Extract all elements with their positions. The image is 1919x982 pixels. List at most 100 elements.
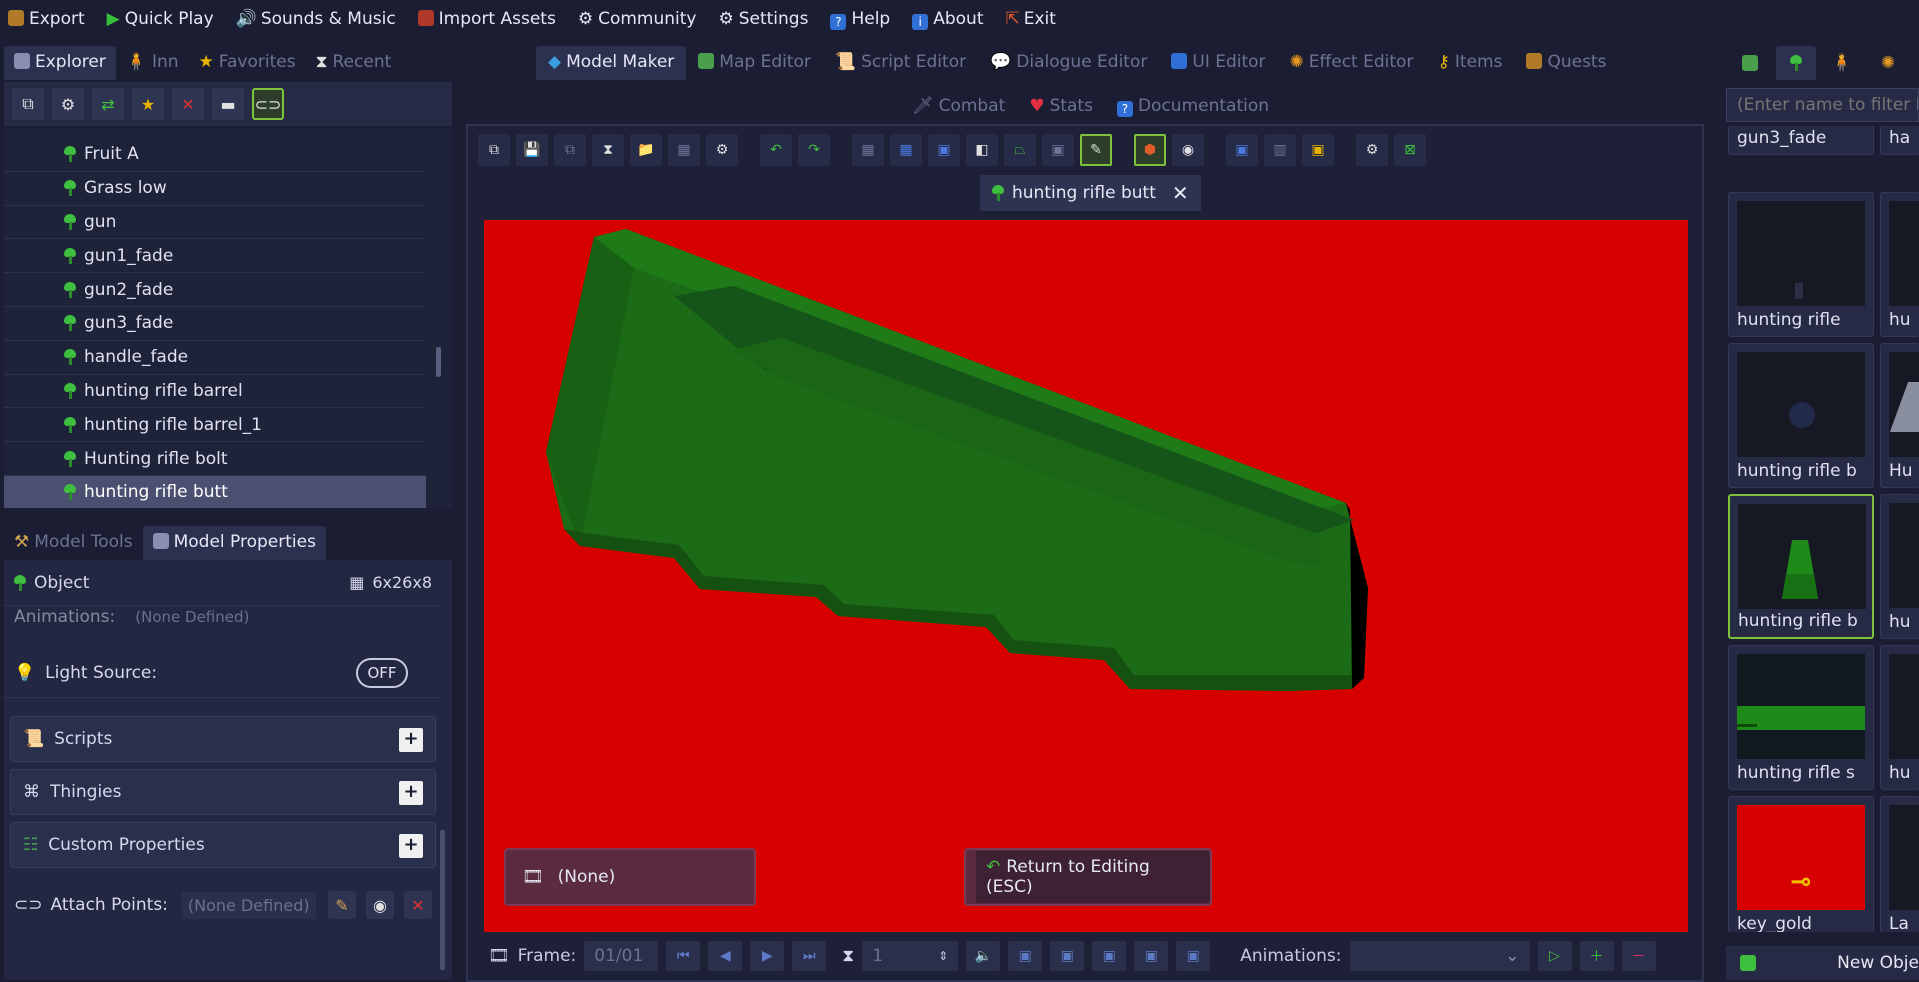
export-model-button[interactable]: ▣: [1302, 134, 1334, 166]
delete-frame-button[interactable]: ▣: [1176, 941, 1211, 971]
animations-select[interactable]: (None Defined): [135, 608, 249, 626]
asset-card[interactable]: hunting rifle b: [1728, 343, 1874, 488]
menu-export[interactable]: Export: [8, 9, 85, 29]
copy-frame-button[interactable]: ▣: [1092, 941, 1127, 971]
view-button[interactable]: ◧: [966, 134, 998, 166]
tree-item[interactable]: hunting rifle barrel_1: [4, 408, 426, 443]
remove-animation-button[interactable]: －: [1621, 941, 1656, 971]
tab-recent[interactable]: ⧗ Recent: [306, 46, 402, 80]
asset-card[interactable]: Hu: [1880, 343, 1919, 488]
frame-counter[interactable]: 01/01: [584, 941, 659, 971]
tab-stats[interactable]: ♥ Stats: [1017, 90, 1105, 120]
asset-card[interactable]: hunting rifle s: [1728, 645, 1874, 790]
link-button[interactable]: ⊂⊃: [252, 88, 284, 120]
tab-inn[interactable]: 🧍 Inn: [116, 46, 189, 80]
close-tab-icon[interactable]: ✕: [1172, 181, 1189, 205]
tree-item-selected[interactable]: hunting rifle butt: [4, 475, 426, 508]
add-thingy-button[interactable]: +: [399, 781, 423, 805]
asset-card[interactable]: hu: [1880, 192, 1919, 337]
play-animation-button[interactable]: ▷: [1537, 941, 1572, 971]
asset-card[interactable]: ⊸ key_gold: [1728, 796, 1874, 932]
duplicate-frame-button[interactable]: ▣: [1050, 941, 1085, 971]
properties-scrollbar[interactable]: [440, 830, 445, 970]
new-object-button[interactable]: ⧉: [12, 88, 44, 120]
menu-help[interactable]: ? Help: [830, 9, 890, 30]
custom-properties-section[interactable]: ☷ Custom Properties +: [10, 822, 436, 868]
tab-model-maker[interactable]: ◆ Model Maker: [536, 46, 687, 80]
first-frame-button[interactable]: ⏮: [666, 941, 701, 971]
asset-card[interactable]: ha: [1880, 126, 1919, 155]
scripts-section[interactable]: 📜 Scripts +: [10, 716, 436, 762]
floor-button[interactable]: ⏢: [1004, 134, 1036, 166]
tab-items[interactable]: ⚷ Items: [1425, 46, 1514, 80]
menu-quick-play[interactable]: ▶ Quick Play: [107, 9, 214, 29]
tab-favorites[interactable]: ★ Favorites: [189, 46, 306, 80]
workshop-button[interactable]: ⚙: [706, 134, 738, 166]
save-button[interactable]: 💾: [516, 134, 548, 166]
return-to-editing-button[interactable]: ↶ Return to Editing (ESC): [964, 848, 1212, 906]
frame-button[interactable]: ▣: [928, 134, 960, 166]
speed-stepper[interactable]: 1 ⇕: [862, 941, 959, 971]
remove-attach-point-button[interactable]: ✕: [404, 891, 432, 919]
history-button[interactable]: ⧗: [592, 134, 624, 166]
tree-item[interactable]: gun2_fade: [4, 273, 426, 307]
tab-map-editor[interactable]: Map Editor: [686, 46, 823, 80]
menu-settings[interactable]: ⚙ Settings: [718, 9, 808, 29]
visibility-button[interactable]: ◉: [1172, 134, 1204, 166]
tab-models[interactable]: [1776, 46, 1816, 80]
tab-ui-editor[interactable]: UI Editor: [1159, 46, 1277, 80]
menu-exit[interactable]: ⇱ Exit: [1005, 9, 1055, 29]
move-frame-button[interactable]: ▣: [1134, 941, 1169, 971]
tab-model-tools[interactable]: ⚒ Model Tools: [4, 526, 143, 560]
menu-community[interactable]: ⚙ Community: [578, 9, 697, 29]
light-source-toggle[interactable]: OFF: [356, 658, 408, 688]
asset-card[interactable]: La: [1880, 796, 1919, 932]
explorer-settings-button[interactable]: ⚙: [52, 88, 84, 120]
new-object-button[interactable]: New Obje: [1726, 946, 1919, 980]
asset-filter-input[interactable]: [1726, 88, 1919, 122]
tree-item[interactable]: Hunting rifle bolt: [4, 442, 426, 476]
tree-item[interactable]: Fruit A: [4, 138, 426, 172]
open-model-tab[interactable]: hunting rifle butt ✕: [980, 175, 1201, 211]
delete-button[interactable]: ✕: [172, 88, 204, 120]
tab-combat[interactable]: 🗡 Combat: [900, 90, 1017, 120]
new-model-button[interactable]: ⧉: [478, 134, 510, 166]
asset-card[interactable]: hu: [1880, 494, 1919, 639]
background-button[interactable]: ▣: [1226, 134, 1258, 166]
tab-quests[interactable]: Quests: [1514, 46, 1618, 80]
tab-effect-editor[interactable]: ✺ Effect Editor: [1278, 46, 1426, 80]
texture-button[interactable]: ▥: [1264, 134, 1296, 166]
viewport-settings-button[interactable]: ⚙: [1356, 134, 1388, 166]
asset-card[interactable]: hu: [1880, 645, 1919, 790]
asset-card-selected[interactable]: hunting rifle b: [1728, 494, 1874, 639]
save-as-button[interactable]: ⧉: [554, 134, 586, 166]
add-frame-button[interactable]: ▣: [1008, 941, 1043, 971]
paint-tool-button[interactable]: ✎: [1080, 134, 1112, 166]
tab-effects[interactable]: ✺: [1868, 46, 1908, 80]
shading-button[interactable]: ⬢: [1134, 134, 1166, 166]
model-canvas[interactable]: 🎞 (None) ↶ Return to Editing (ESC): [484, 220, 1688, 932]
animations-dropdown[interactable]: ⌄: [1349, 941, 1530, 971]
thingies-section[interactable]: ⌘ Thingies +: [10, 769, 436, 815]
asset-card[interactable]: gun3_fade: [1728, 126, 1874, 155]
last-frame-button[interactable]: ⏭: [792, 941, 827, 971]
next-frame-button[interactable]: ▶: [750, 941, 785, 971]
add-animation-button[interactable]: ＋: [1579, 941, 1614, 971]
tree-item[interactable]: hunting rifle barrel: [4, 375, 426, 409]
grid-fill-button[interactable]: ▦: [890, 134, 922, 166]
explorer-scrollbar[interactable]: [436, 347, 441, 377]
tree-item[interactable]: gun1_fade: [4, 239, 426, 274]
import-button[interactable]: ▦: [668, 134, 700, 166]
open-button[interactable]: 📁: [630, 134, 662, 166]
animation-select-button[interactable]: 🎞 (None): [504, 848, 756, 906]
collapse-button[interactable]: ▬: [212, 88, 244, 120]
view-attach-point-button[interactable]: ◉: [366, 891, 394, 919]
grid-button[interactable]: ▦: [852, 134, 884, 166]
add-custom-property-button[interactable]: +: [399, 834, 423, 858]
tab-documentation[interactable]: ? Documentation: [1105, 90, 1281, 120]
tree-item[interactable]: handle_fade: [4, 341, 426, 375]
tree-item[interactable]: gun3_fade: [4, 307, 426, 341]
redo-button[interactable]: ↷: [798, 134, 830, 166]
attach-points-select[interactable]: (None Defined): [181, 891, 316, 919]
edit-attach-point-button[interactable]: ✎: [328, 891, 356, 919]
